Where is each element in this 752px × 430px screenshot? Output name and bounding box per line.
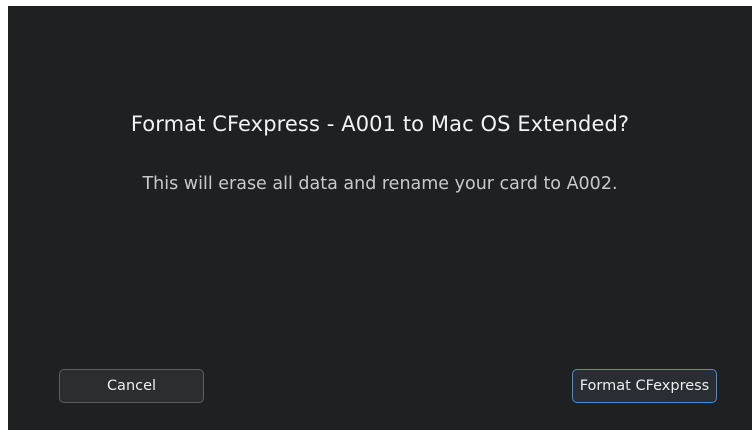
cancel-button-label: Cancel — [106, 378, 157, 394]
dialog-title: Format CFexpress - A001 to Mac OS Extend… — [130, 112, 630, 136]
format-cfexpress-button[interactable]: Format CFexpress — [572, 369, 717, 403]
cancel-button[interactable]: Cancel — [59, 369, 204, 403]
format-confirmation-dialog: Format CFexpress - A001 to Mac OS Extend… — [8, 6, 752, 430]
format-button-label: Format CFexpress — [579, 378, 710, 394]
dialog-message: This will erase all data and rename your… — [142, 174, 618, 194]
